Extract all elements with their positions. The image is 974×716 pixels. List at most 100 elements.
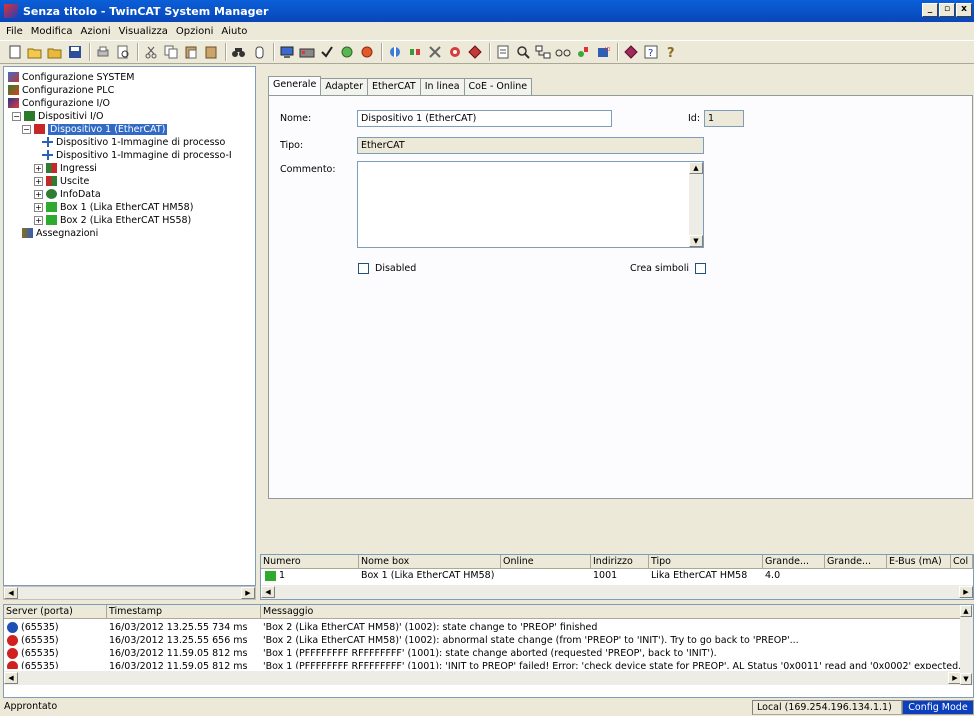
tree-item-outputs[interactable]: + Uscite <box>34 175 89 187</box>
network-icon[interactable] <box>466 43 484 61</box>
tree-item-plc[interactable]: Configurazione PLC <box>8 84 114 96</box>
tab-ethercat[interactable]: EtherCAT <box>367 78 421 95</box>
minimize-button[interactable]: _ <box>922 3 938 17</box>
expand-icon[interactable]: + <box>34 202 43 212</box>
log-vertical-scrollbar[interactable]: ▲ ▼ <box>960 605 973 685</box>
tree-horizontal-scrollbar[interactable]: ◀ ▶ <box>3 586 256 600</box>
comment-scrollbar[interactable]: ▲ ▼ <box>689 162 703 247</box>
help-contents-icon[interactable]: ? <box>642 43 660 61</box>
expand-icon[interactable]: + <box>34 189 43 199</box>
tab-coe-online[interactable]: CoE - Online <box>463 78 533 95</box>
tree-item-box-2[interactable]: + Box 2 (Lika EtherCAT HS58) <box>34 214 191 226</box>
expand-icon[interactable]: + <box>34 215 43 225</box>
find-icon[interactable] <box>230 43 248 61</box>
scroll-left-icon[interactable]: ◀ <box>4 587 18 599</box>
tree-item-io-devices[interactable]: − Dispositivi I/O <box>12 110 103 122</box>
column-header[interactable]: Col <box>951 555 973 569</box>
id-field[interactable]: 1 <box>704 110 744 127</box>
restart-icon[interactable] <box>338 43 356 61</box>
scroll-up-icon[interactable]: ▲ <box>689 162 703 174</box>
tree-item-io-config[interactable]: Configurazione I/O <box>8 97 110 109</box>
log-row[interactable]: (65535) 16/03/2012 11.59.05 812 ms 'Box … <box>4 660 964 669</box>
configuration-tree[interactable]: Configurazione SYSTEM Configurazione PLC… <box>3 66 256 586</box>
column-header[interactable]: Numero <box>261 555 359 569</box>
document-icon[interactable] <box>494 43 512 61</box>
run-mode-icon[interactable] <box>358 43 376 61</box>
license-icon[interactable] <box>622 43 640 61</box>
device-add-icon[interactable] <box>574 43 592 61</box>
paste-special-icon[interactable] <box>202 43 220 61</box>
grid-horizontal-scrollbar[interactable]: ◀ ▶ <box>261 585 973 599</box>
new-icon[interactable] <box>6 43 24 61</box>
collapse-icon[interactable]: − <box>12 111 21 121</box>
column-header[interactable]: Tipo <box>649 555 763 569</box>
close-button[interactable]: x <box>956 3 972 17</box>
menu-view[interactable]: Visualizza <box>115 26 172 37</box>
tab-general[interactable]: Generale <box>268 76 322 95</box>
column-header[interactable]: Indirizzo <box>591 555 649 569</box>
save-icon[interactable] <box>66 43 84 61</box>
column-header[interactable]: Timestamp <box>107 605 261 619</box>
free-run-icon[interactable] <box>426 43 444 61</box>
menu-edit[interactable]: Modifica <box>27 26 77 37</box>
open-icon[interactable] <box>26 43 44 61</box>
cut-icon[interactable] <box>142 43 160 61</box>
collapse-icon[interactable]: − <box>22 124 31 134</box>
tree-item-device-1[interactable]: − Dispositivo 1 (EtherCAT) <box>22 123 168 135</box>
io-icon[interactable]: IO <box>594 43 612 61</box>
log-row[interactable]: (65535) 16/03/2012 11.59.05 812 ms 'Box … <box>4 647 964 660</box>
tree-item-infodata[interactable]: + InfoData <box>34 188 101 200</box>
menu-actions[interactable]: Azioni <box>77 26 115 37</box>
column-header[interactable]: Server (porta) <box>4 605 107 619</box>
expand-icon[interactable]: + <box>34 176 43 186</box>
tree-item-assignments[interactable]: Assegnazioni <box>22 227 98 239</box>
table-row[interactable]: 1 <box>263 570 359 582</box>
tree-item-inputs[interactable]: + Ingressi <box>34 162 97 174</box>
log-horizontal-scrollbar[interactable]: ◀ ▶ <box>4 671 962 685</box>
column-header[interactable]: E-Bus (mA) <box>887 555 951 569</box>
create-symbols-checkbox[interactable] <box>695 263 706 274</box>
column-header[interactable]: Online <box>501 555 591 569</box>
log-row[interactable]: (65535) 16/03/2012 13.25.55 656 ms 'Box … <box>4 634 964 647</box>
monitor-icon[interactable] <box>278 43 296 61</box>
menu-help[interactable]: Aiuto <box>217 26 251 37</box>
zoom-icon[interactable] <box>514 43 532 61</box>
open-folder-icon[interactable] <box>46 43 64 61</box>
scan-boxes-icon[interactable] <box>406 43 424 61</box>
scroll-down-icon[interactable]: ▼ <box>689 235 703 247</box>
target-icon[interactable] <box>446 43 464 61</box>
comment-textarea[interactable]: ▲ ▼ <box>357 161 704 248</box>
menu-file[interactable]: File <box>2 26 27 37</box>
expand-icon[interactable]: + <box>34 163 43 173</box>
paste-icon[interactable] <box>182 43 200 61</box>
check-icon[interactable] <box>318 43 336 61</box>
boxes-grid[interactable]: Numero Nome box Online Indirizzo Tipo Gr… <box>260 554 974 600</box>
message-log[interactable]: Server (porta) Timestamp Messaggio (6553… <box>3 604 974 698</box>
scroll-up-icon[interactable]: ▲ <box>960 605 972 617</box>
column-header[interactable]: Messaggio <box>261 605 973 619</box>
log-row[interactable]: (65535) 16/03/2012 13.25.55 734 ms 'Box … <box>4 621 964 634</box>
print-icon[interactable] <box>94 43 112 61</box>
scroll-left-icon[interactable]: ◀ <box>261 586 275 598</box>
scroll-right-icon[interactable]: ▶ <box>959 586 973 598</box>
column-header[interactable]: Nome box <box>359 555 501 569</box>
name-field[interactable]: Dispositivo 1 (EtherCAT) <box>357 110 612 127</box>
tree-item-process-image[interactable]: Dispositivo 1-Immagine di processo <box>42 136 225 148</box>
tab-adapter[interactable]: Adapter <box>320 78 368 95</box>
menu-options[interactable]: Opzioni <box>172 26 217 37</box>
tree-item-box-1[interactable]: + Box 1 (Lika EtherCAT HM58) <box>34 201 193 213</box>
mouse-icon[interactable] <box>250 43 268 61</box>
mapping-icon[interactable] <box>534 43 552 61</box>
scroll-right-icon[interactable]: ▶ <box>241 587 255 599</box>
column-header[interactable]: Grande... <box>825 555 887 569</box>
activate-config-icon[interactable] <box>298 43 316 61</box>
disabled-checkbox[interactable] <box>358 263 369 274</box>
type-field[interactable]: EtherCAT <box>357 137 704 154</box>
print-preview-icon[interactable] <box>114 43 132 61</box>
column-header[interactable]: Grande... <box>763 555 825 569</box>
scroll-down-icon[interactable]: ▼ <box>960 673 972 685</box>
copy-icon[interactable] <box>162 43 180 61</box>
tab-online[interactable]: In linea <box>419 78 465 95</box>
watch-icon[interactable] <box>554 43 572 61</box>
help-icon[interactable]: ? <box>662 43 680 61</box>
